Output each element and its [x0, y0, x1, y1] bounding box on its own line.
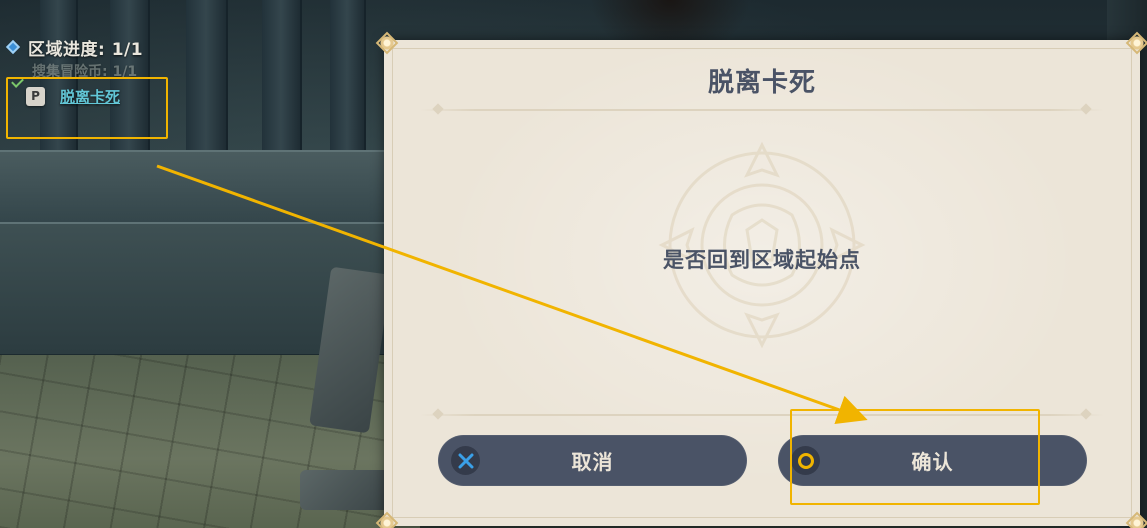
sub-objective-text: 搜集冒险币: 1/1 [32, 64, 138, 80]
corner-ornament-icon [376, 512, 398, 528]
quest-tracker: 区域进度: 1/1 搜集冒险币: 1/1 P 脱离卡死 [5, 34, 206, 108]
circle-icon [791, 446, 820, 475]
unstuck-shortcut[interactable]: P 脱离卡死 [26, 84, 206, 108]
dialog-message: 是否回到区域起始点 [663, 248, 861, 272]
dialog-title: 脱离卡死 [707, 68, 816, 98]
background-pillar [262, 0, 302, 170]
diamond-icon [5, 39, 21, 55]
stone-ledge [0, 150, 390, 224]
sub-objective-row: 搜集冒险币: 1/1 [6, 60, 206, 82]
floor-debris [300, 470, 390, 510]
cancel-label: 取消 [571, 450, 614, 474]
cross-icon [451, 446, 480, 475]
hotkey-p-icon: P [26, 86, 45, 106]
unstuck-link[interactable]: 脱离卡死 [60, 86, 120, 107]
corner-ornament-icon [1126, 32, 1147, 54]
region-progress-row: 区域进度: 1/1 [5, 34, 206, 60]
divider-bottom [420, 414, 1104, 416]
unstuck-dialog: 脱离卡死 是否回到区域起始点 取消 确认 [376, 32, 1147, 528]
divider-top [420, 109, 1104, 111]
corner-ornament-icon [1126, 512, 1147, 528]
corner-ornament-icon [376, 32, 398, 54]
region-progress-text: 区域进度: 1/1 [28, 39, 144, 60]
confirm-button[interactable]: 确认 [778, 435, 1087, 486]
game-scene: 区域进度: 1/1 搜集冒险币: 1/1 P 脱离卡死 脱离卡死 是否回到区域起… [0, 0, 1147, 528]
cancel-button[interactable]: 取消 [438, 435, 747, 486]
confirm-label: 确认 [911, 450, 954, 474]
